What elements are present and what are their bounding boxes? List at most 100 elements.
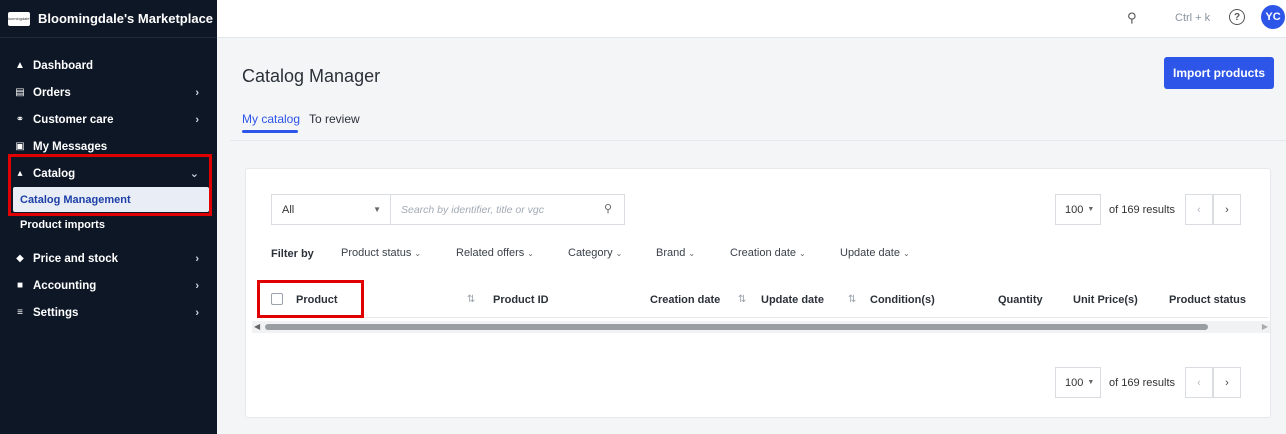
search-input[interactable] [390, 194, 625, 225]
search-icon[interactable]: ⚲ [1127, 10, 1137, 26]
caret-down-icon: ▼ [1087, 379, 1095, 386]
chevron-down-icon: ⌄ [799, 249, 806, 258]
filter-label-text: Creation date [730, 247, 797, 259]
chevron-down-icon: ⌄ [414, 249, 422, 258]
filter-label-text: Product status [341, 247, 412, 259]
sidebar-item-label: Price and stock [33, 252, 119, 265]
page-title: Catalog Manager [242, 66, 381, 86]
results-count: of 169 results [1109, 204, 1176, 216]
horizontal-scrollbar[interactable]: ◀ ▶ [252, 321, 1270, 333]
sidebar-item-label: Orders [33, 86, 71, 99]
topbar: ⚲ Ctrl + k ? YC [217, 0, 1286, 38]
prev-page-button-bottom[interactable]: ‹ [1185, 367, 1213, 398]
sidebar-item-catalog[interactable]: ▴ Catalog ⌄ [0, 160, 217, 187]
sidebar-item-label: My Messages [33, 140, 108, 153]
select-all-checkbox[interactable] [271, 293, 283, 305]
sidebar-item-label: Customer care [33, 113, 114, 126]
caret-down-icon: ▼ [373, 205, 381, 214]
brand[interactable]: bloomingdale's Bloomingdale's Marketplac… [0, 0, 217, 38]
tab-to-review[interactable]: To review [309, 112, 360, 126]
chevron-right-icon: › [195, 252, 199, 265]
sidebar-item-label: Catalog [33, 167, 76, 180]
avatar[interactable]: YC [1261, 5, 1285, 29]
chevron-down-icon: ⌄ [902, 249, 910, 258]
prev-page-button[interactable]: ‹ [1185, 194, 1213, 225]
chevron-down-icon: ⌄ [615, 249, 623, 258]
brand-logo: bloomingdale's [8, 11, 30, 26]
headset-icon: ⚭ [15, 114, 25, 125]
chevron-right-icon: › [195, 86, 199, 99]
results-count-bottom: of 169 results [1109, 377, 1176, 389]
filter-category[interactable]: Category ⌄ [568, 247, 622, 259]
column-conditions[interactable]: Condition(s) [870, 294, 935, 306]
sidebar-item-customer-care[interactable]: ⚭ Customer care › [0, 106, 217, 133]
page-size-value: 100 [1065, 376, 1084, 389]
sidebar-item-accounting[interactable]: ■ Accounting › [0, 272, 217, 299]
column-product-id[interactable]: Product ID [493, 294, 549, 306]
sort-icon[interactable]: ⇅ [467, 294, 475, 305]
sidebar-nav: ▲ Dashboard ▤ Orders › ⚭ Customer care ›… [0, 38, 217, 326]
sidebar-item-label: Settings [33, 306, 79, 319]
filter-product-status[interactable]: Product status ⌄ [341, 247, 421, 259]
chevron-right-icon: › [195, 113, 199, 126]
column-creation-date[interactable]: Creation date [650, 294, 720, 306]
home-icon: ▲ [15, 60, 25, 71]
scope-select[interactable]: All ▼ [271, 194, 391, 225]
scroll-right-icon[interactable]: ▶ [1262, 322, 1268, 331]
page-size-select-bottom[interactable]: 100 ▼ [1055, 367, 1101, 398]
brand-name: Bloomingdale's Marketplace [38, 11, 214, 26]
tag-icon: ◆ [16, 253, 24, 264]
active-tab-indicator [242, 130, 298, 133]
sidebar-item-my-messages[interactable]: ▣ My Messages [0, 133, 217, 160]
sidebar-item-settings[interactable]: ≡ Settings › [0, 299, 217, 326]
chevron-down-icon: ⌄ [189, 168, 199, 180]
catalog-icon: ▴ [17, 168, 23, 179]
filter-label-text: Related offers [456, 247, 525, 259]
help-icon[interactable]: ? [1229, 9, 1245, 25]
filter-creation-date[interactable]: Creation date ⌄ [730, 247, 806, 259]
sidebar-item-orders[interactable]: ▤ Orders › [0, 79, 217, 106]
tabs-divider [230, 140, 1286, 141]
tab-my-catalog[interactable]: My catalog [242, 112, 300, 126]
sidebar: bloomingdale's Bloomingdale's Marketplac… [0, 0, 217, 434]
settings-icon: ≡ [17, 307, 23, 318]
chevron-right-icon: › [195, 279, 199, 292]
sidebar-item-dashboard[interactable]: ▲ Dashboard [0, 52, 217, 79]
caret-down-icon: ▼ [1087, 206, 1095, 213]
filter-label-text: Update date [840, 247, 900, 259]
column-quantity[interactable]: Quantity [998, 294, 1043, 306]
search-shortcut[interactable]: Ctrl + k [1175, 12, 1210, 24]
filter-update-date[interactable]: Update date ⌄ [840, 247, 910, 259]
filter-label-text: Category [568, 247, 613, 259]
accounting-icon: ■ [16, 280, 24, 291]
scrollbar-thumb[interactable] [265, 324, 1208, 330]
sidebar-item-product-imports[interactable]: Product imports [0, 212, 217, 237]
import-products-button[interactable]: Import products [1164, 57, 1274, 89]
sidebar-item-catalog-management[interactable]: Catalog Management [13, 187, 209, 212]
sort-icon[interactable]: ⇅ [738, 294, 746, 305]
sort-icon[interactable]: ⇅ [848, 294, 856, 305]
sidebar-item-price-and-stock[interactable]: ◆ Price and stock › [0, 245, 217, 272]
chevron-down-icon: ⌄ [688, 249, 696, 258]
filter-related-offers[interactable]: Related offers ⌄ [456, 247, 534, 259]
chevron-down-icon: ⌄ [527, 249, 534, 258]
next-page-button-bottom[interactable]: › [1213, 367, 1241, 398]
scope-select-value: All [282, 203, 295, 216]
column-product-status[interactable]: Product status [1169, 294, 1246, 306]
filter-brand[interactable]: Brand ⌄ [656, 247, 695, 259]
page-size-select[interactable]: 100 ▼ [1055, 194, 1101, 225]
filter-label-text: Brand [656, 247, 686, 259]
chevron-right-icon: › [195, 306, 199, 319]
clipboard-icon: ▤ [15, 87, 25, 98]
message-icon: ▣ [15, 141, 25, 152]
search-icon[interactable]: ⚲ [604, 202, 612, 215]
page-size-value: 100 [1065, 203, 1084, 216]
next-page-button[interactable]: › [1213, 194, 1241, 225]
column-unit-prices[interactable]: Unit Price(s) [1073, 294, 1138, 306]
column-product[interactable]: Product [296, 294, 338, 306]
scroll-left-icon[interactable]: ◀ [254, 322, 260, 331]
column-update-date[interactable]: Update date [761, 294, 824, 306]
sidebar-item-label: Accounting [33, 279, 97, 292]
filter-by-label: Filter by [271, 248, 314, 260]
